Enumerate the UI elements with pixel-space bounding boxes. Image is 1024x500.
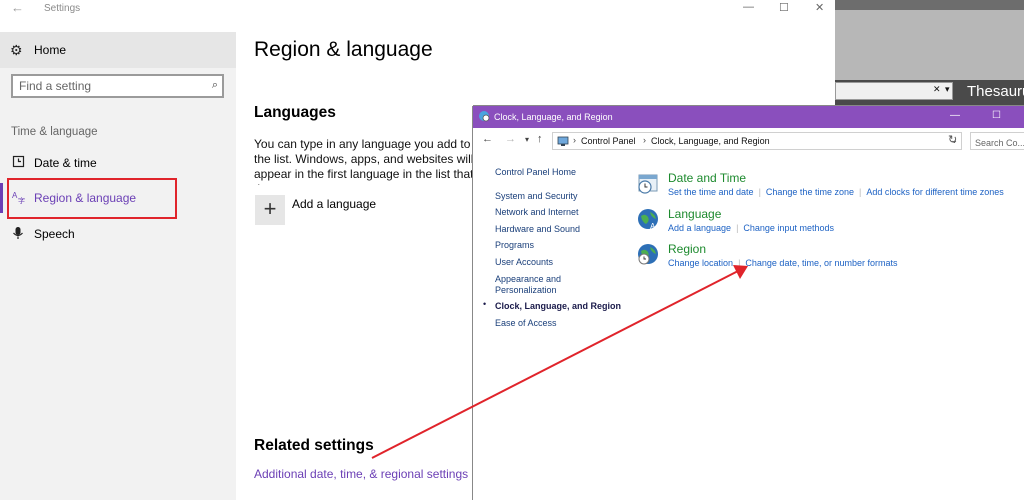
search-icon[interactable]: ⌕ [212,79,218,92]
change-location-link[interactable]: Change location [668,258,733,268]
minimize-icon[interactable]: — [743,1,754,13]
date-time-icon[interactable] [636,171,660,195]
search-input[interactable] [971,135,1024,148]
control-panel-home-link[interactable]: Control Panel Home [495,166,576,178]
sidebar-item-home[interactable]: ⚙ Home [0,32,236,68]
background-app-titlebar [835,0,1024,10]
languages-heading: Languages [254,104,336,121]
close-icon[interactable]: ✕ [933,84,941,95]
link-separator: | [738,258,741,268]
search-input[interactable] [19,79,199,93]
category-title-region[interactable]: Region [668,242,706,256]
control-panel-titlebar: Clock, Language, and Region — ☐ [473,106,1024,128]
refresh-icon[interactable]: ↻ [948,133,957,146]
change-time-zone-link[interactable]: Change the time zone [766,187,854,197]
close-icon[interactable]: ✕ [815,1,824,14]
category-links: Change location | Change date, time, or nu… [668,258,897,268]
category-links: Add a language | Change input methods [668,223,834,233]
chevron-right-icon[interactable]: › [573,135,576,145]
sidebar-item-label: Speech [34,227,75,241]
address-bar[interactable]: › Control Panel › Clock, Language, and R… [552,132,962,150]
chevron-right-icon[interactable]: › [643,135,646,145]
address-bar-row: ← → ▾ ↑ › Control Panel › Clock, Languag… [473,128,1024,154]
category-title-date-time[interactable]: Date and Time [668,171,746,185]
nav-link-clock-language-region: Clock, Language, and Region [495,301,622,311]
language-globe-icon[interactable]: A [636,207,660,231]
change-formats-link[interactable]: Change date, time, or number formats [745,258,897,268]
minimize-icon[interactable]: — [950,110,960,121]
maximize-icon[interactable]: ☐ [779,1,789,14]
nav-link-user-accounts[interactable]: User Accounts [495,256,553,268]
back-arrow-icon[interactable]: ← [11,0,24,15]
control-panel-title: Clock, Language, and Region [494,112,613,122]
back-arrow-icon[interactable]: ← [482,133,493,145]
breadcrumb-control-panel[interactable]: Control Panel [581,136,636,146]
control-panel-icon [557,136,569,146]
nav-link-hardware-sound[interactable]: Hardware and Sound [495,223,580,235]
languages-description: You can type in any language you add to … [254,137,474,185]
page-title: Region & language [254,38,433,61]
section-heading: Time & language [11,126,98,138]
breadcrumb-clock-language-region[interactable]: Clock, Language, and Region [651,136,770,146]
control-panel-search[interactable] [970,132,1024,150]
category-title-language[interactable]: Language [668,207,721,221]
region-globe-icon[interactable] [636,242,660,266]
settings-sidebar: ⚙ Home ⌕ Time & language Date & time A字 … [0,32,236,500]
microphone-icon [12,226,24,243]
settings-titlebar: ← Settings — ☐ ✕ [0,0,835,18]
nav-link-network-internet[interactable]: Network and Internet [495,206,579,218]
sidebar-item-date-time[interactable]: Date & time [0,148,236,178]
nav-link-ease-of-access[interactable]: Ease of Access [495,317,557,329]
current-item-bullet: • [483,299,487,309]
add-language-link[interactable]: Add a language [668,223,731,233]
settings-search-box[interactable]: ⌕ [11,74,224,98]
nav-link-programs[interactable]: Programs [495,239,534,251]
chevron-down-icon[interactable]: ▾ [945,84,950,95]
gear-icon: ⚙ [10,42,23,58]
maximize-icon[interactable]: ☐ [992,110,1001,121]
clock-icon [12,155,25,171]
link-separator: | [858,187,862,197]
clock-language-region-icon [479,111,490,122]
control-panel-window: Clock, Language, and Region — ☐ ← → ▾ ↑ … [473,106,1024,500]
forward-arrow-icon[interactable]: → [505,133,516,145]
add-language-label[interactable]: Add a language [292,197,376,211]
category-links: Set the time and date | Change the time zo… [668,187,1004,197]
svg-text:A: A [650,222,656,231]
related-settings-heading: Related settings [254,437,374,454]
annotation-highlight-box [7,178,177,219]
sidebar-item-speech[interactable]: Speech [0,219,236,249]
plus-icon[interactable]: + [255,195,285,225]
nav-link-system-security[interactable]: System and Security [495,190,578,202]
sidebar-item-label: Date & time [34,156,97,170]
link-separator: | [758,187,761,197]
add-clocks-link[interactable]: Add clocks for different time zones [866,187,1003,197]
set-time-date-link[interactable]: Set the time and date [668,187,754,197]
nav-link-personalization[interactable]: Personalization [495,284,557,296]
settings-window-title: Settings [44,3,81,14]
link-separator: | [736,223,739,233]
recent-locations-icon[interactable]: ▾ [525,135,529,144]
thesaurus-pane-title: Thesaurus [967,83,1024,100]
sidebar-item-label: Home [34,43,67,57]
up-arrow-icon[interactable]: ↑ [537,133,543,145]
change-input-methods-link[interactable]: Change input methods [743,223,834,233]
additional-regional-settings-link[interactable]: Additional date, time, & regional settin… [254,467,468,481]
